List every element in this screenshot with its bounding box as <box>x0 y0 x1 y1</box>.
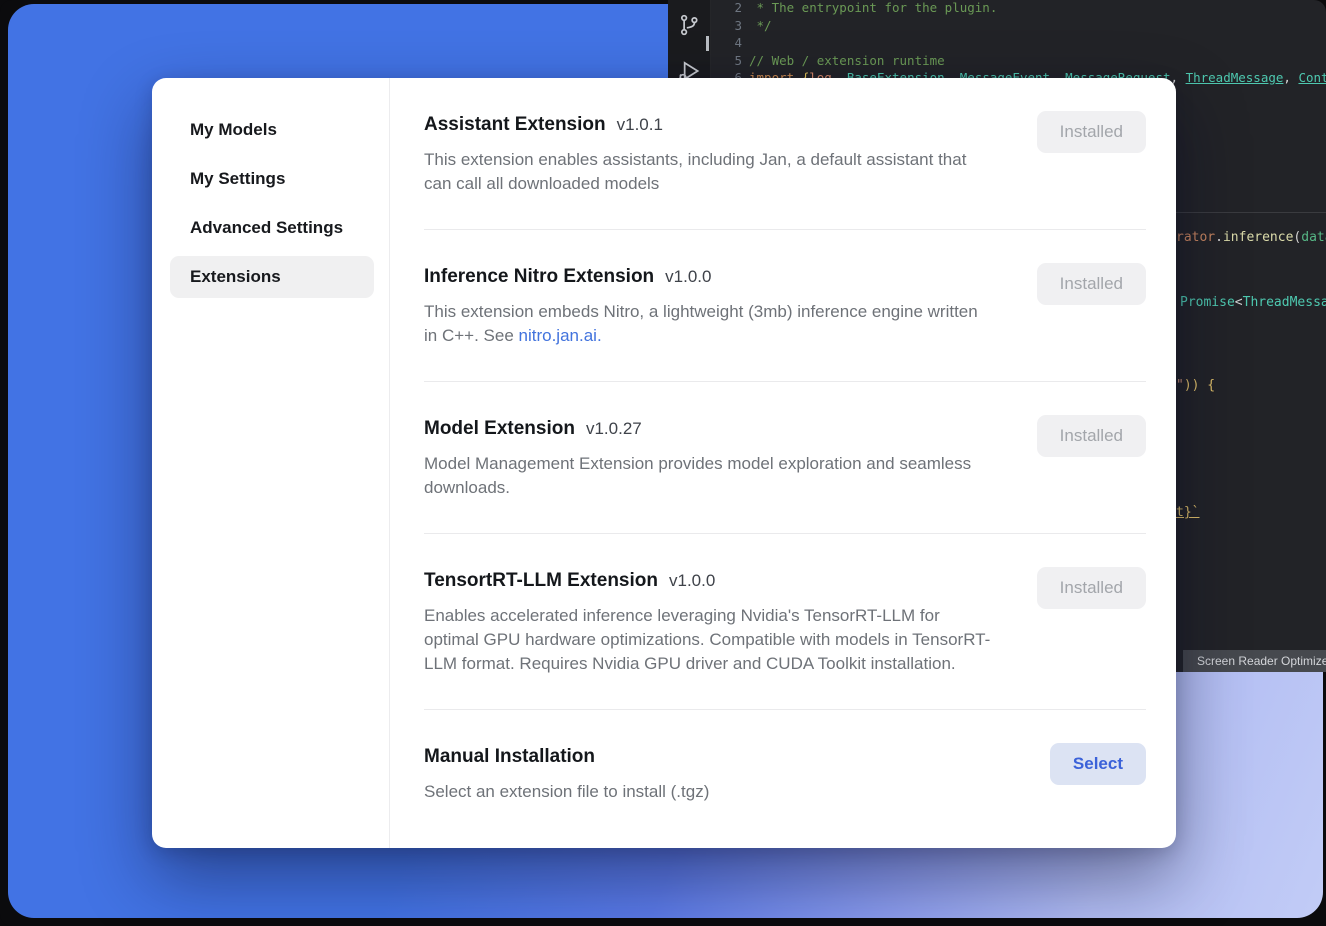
code-token: . <box>1215 230 1223 245</box>
description-text: Enables accelerated inference leveraging… <box>424 606 990 673</box>
extension-name: Inference Nitro Extension <box>424 263 654 291</box>
sidebar-item-advanced-settings[interactable]: Advanced Settings <box>170 207 374 249</box>
line-number: 5 <box>711 52 742 70</box>
extension-title-line: Inference Nitro Extension v1.0.0 <box>424 263 994 291</box>
extension-description: This extension embeds Nitro, a lightweig… <box>424 300 994 348</box>
settings-modal: My Models My Settings Advanced Settings Ext… <box>152 78 1176 848</box>
code-fragment: ")) { <box>1176 378 1215 393</box>
extension-title-line: Manual Installation <box>424 743 709 771</box>
code-token: Promise <box>1180 295 1235 310</box>
extension-version: v1.0.27 <box>586 415 642 443</box>
extension-name: Assistant Extension <box>424 111 606 139</box>
extension-version: v1.0.0 <box>669 567 715 595</box>
screen: 2 * The entrypoint for the plugin.3 */45… <box>0 0 1326 926</box>
installed-button[interactable]: Installed <box>1037 263 1146 305</box>
code-line: 4 <box>711 34 1326 52</box>
extension-description: Select an extension file to install (.tg… <box>424 780 709 804</box>
code-line: 2 * The entrypoint for the plugin. <box>711 0 1326 17</box>
code-token: ThreadMessage <box>1243 295 1326 310</box>
sidebar-item-extensions[interactable]: Extensions <box>170 256 374 298</box>
extension-row-assistant-extension: Assistant Extension v1.0.1 This extension … <box>424 78 1146 230</box>
extension-title-line: TensortRT-LLM Extension v1.0.0 <box>424 567 994 595</box>
extension-row-model-extension: Model Extension v1.0.27 Model Management E… <box>424 382 1146 534</box>
code-token: data <box>1301 230 1326 245</box>
code-token: // Web / extension runtime <box>749 53 945 68</box>
code-text: * The entrypoint for the plugin. <box>749 0 997 17</box>
line-number: 4 <box>711 34 742 52</box>
sidebar-item-label: Extensions <box>190 267 281 287</box>
extension-version: v1.0.0 <box>665 263 711 291</box>
extension-row-tensortrt-llm-extension: TensortRT-LLM Extension v1.0.0 Enables acc… <box>424 534 1146 710</box>
extension-name: Model Extension <box>424 415 575 443</box>
code-fragment: Promise<ThreadMessage> <box>1180 295 1326 310</box>
extension-name: TensortRT-LLM Extension <box>424 567 658 595</box>
sidebar-item-label: Advanced Settings <box>190 218 343 238</box>
extension-info: Manual Installation Select an extension f… <box>424 743 709 804</box>
code-line: 3 */ <box>711 17 1326 35</box>
code-token: < <box>1235 295 1243 310</box>
code-fragment: t}` <box>1176 505 1199 520</box>
extension-description: Model Management Extension provides mode… <box>424 452 994 500</box>
code-lines: 2 * The entrypoint for the plugin.3 */45… <box>711 0 1326 87</box>
extensions-list: Assistant Extension v1.0.1 This extension … <box>390 78 1176 848</box>
code-token: " <box>1176 378 1184 393</box>
code-token: * The entrypoint for the plugin. <box>749 0 997 15</box>
installed-button[interactable]: Installed <box>1037 415 1146 457</box>
screen-reader-status-item[interactable]: Screen Reader Optimized <box>1183 650 1326 672</box>
extension-link[interactable]: nitro.jan.ai. <box>519 326 602 345</box>
code-token: */ <box>749 18 772 33</box>
code-token: t}` <box>1176 505 1199 520</box>
code-token: rator <box>1176 230 1215 245</box>
code-line: 5 // Web / extension runtime <box>711 52 1326 70</box>
sidebar-item-label: My Settings <box>190 169 285 189</box>
sidebar-item-label: My Models <box>190 120 277 140</box>
sidebar-item-my-models[interactable]: My Models <box>170 109 374 151</box>
description-text: Select an extension file to install (.tg… <box>424 782 709 801</box>
extension-info: Assistant Extension v1.0.1 This extension … <box>424 111 994 196</box>
extension-title-line: Model Extension v1.0.27 <box>424 415 994 443</box>
extension-info: TensortRT-LLM Extension v1.0.0 Enables acc… <box>424 567 994 676</box>
code-text: // Web / extension runtime <box>749 52 945 70</box>
line-number: 3 <box>711 17 742 35</box>
extension-info: Model Extension v1.0.27 Model Management E… <box>424 415 994 500</box>
code-token: ContentType <box>1298 70 1326 85</box>
text-cursor <box>706 36 709 51</box>
extension-row-inference-nitro-extension: Inference Nitro Extension v1.0.0 This exte… <box>424 230 1146 382</box>
extension-title-line: Assistant Extension v1.0.1 <box>424 111 994 139</box>
extension-name: Manual Installation <box>424 743 595 771</box>
extension-info: Inference Nitro Extension v1.0.0 This exte… <box>424 263 994 348</box>
extension-description: This extension enables assistants, inclu… <box>424 148 994 196</box>
extension-row-manual-installation: Manual Installation Select an extension f… <box>424 710 1146 837</box>
code-text: */ <box>749 17 772 35</box>
description-text: Model Management Extension provides mode… <box>424 454 971 497</box>
code-fragment: rator.inference(data)); <box>1176 230 1326 245</box>
extension-description: Enables accelerated inference leveraging… <box>424 604 994 676</box>
code-token: , <box>1283 70 1298 85</box>
code-token: inference <box>1223 230 1293 245</box>
extension-version: v1.0.1 <box>617 111 663 139</box>
select-button[interactable]: Select <box>1050 743 1146 785</box>
code-token: ThreadMessage <box>1186 70 1284 85</box>
description-text: This extension embeds Nitro, a lightweig… <box>424 302 978 345</box>
code-token: )) { <box>1184 378 1215 393</box>
line-number: 2 <box>711 0 742 17</box>
sidebar-item-my-settings[interactable]: My Settings <box>170 158 374 200</box>
installed-button[interactable]: Installed <box>1037 567 1146 609</box>
editor-section-divider <box>1168 212 1326 213</box>
description-text: This extension enables assistants, inclu… <box>424 150 966 193</box>
source-control-icon[interactable] <box>676 12 702 38</box>
settings-sidebar: My Models My Settings Advanced Settings Ext… <box>152 78 390 848</box>
installed-button[interactable]: Installed <box>1037 111 1146 153</box>
